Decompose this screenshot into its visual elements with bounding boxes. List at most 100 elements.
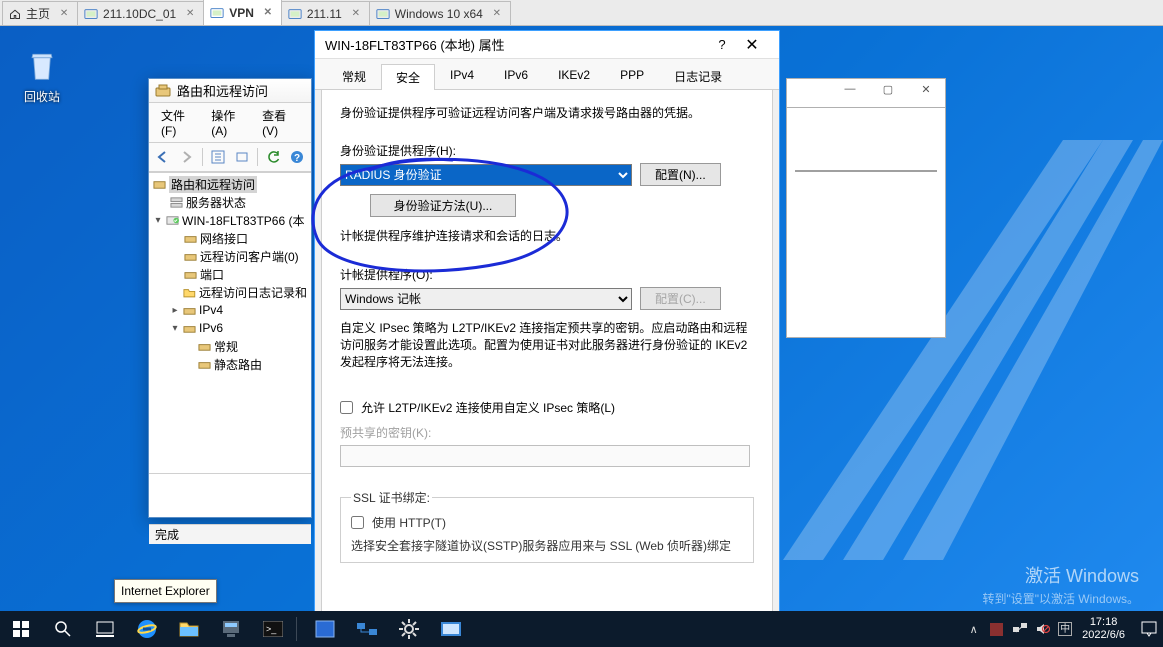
help-button[interactable]: ?	[709, 37, 735, 52]
ipsec-note: 自定义 IPsec 策略为 L2TP/IKEv2 连接指定预共享的密钥。应启动路…	[340, 320, 754, 371]
minimize-button[interactable]: —	[835, 83, 865, 101]
vmware-tab[interactable]: Windows 10 x64 ✕	[369, 1, 511, 25]
tab-ipv6[interactable]: IPv6	[489, 63, 543, 89]
custom-ipsec-checkbox[interactable]	[340, 401, 353, 414]
tab-ipv4[interactable]: IPv4	[435, 63, 489, 89]
tree-node-server[interactable]: ▾ WIN-18FLT83TP66 (本	[153, 211, 311, 229]
acct-provider-select[interactable]: Windows 记帐	[340, 288, 632, 310]
taskbar-tooltip: Internet Explorer	[114, 579, 217, 603]
menu-file[interactable]: 文件(F)	[155, 105, 203, 140]
tab-log[interactable]: 日志记录	[659, 63, 737, 89]
server-icon	[166, 214, 179, 227]
expand-icon[interactable]: ▸	[170, 305, 180, 316]
auth-methods-button[interactable]: 身份验证方法(U)...	[370, 194, 516, 217]
vm-icon	[84, 7, 98, 21]
vmware-tab-home[interactable]: 主页 ✕	[2, 1, 78, 25]
configure-auth-button[interactable]: 配置(N)...	[640, 163, 721, 186]
tray-network-icon[interactable]	[1012, 622, 1027, 637]
taskbar-running[interactable]	[304, 611, 346, 647]
close-icon[interactable]: ✕	[59, 9, 69, 19]
menu-view[interactable]: 查看(V)	[256, 105, 305, 140]
tab-ppp[interactable]: PPP	[605, 63, 659, 89]
configure-acct-button: 配置(C)...	[640, 287, 721, 310]
collapse-icon[interactable]: ▾	[153, 215, 163, 226]
toolbar-button[interactable]	[232, 146, 251, 168]
nav-tree[interactable]: 路由和远程访问 服务器状态 ▾ WIN-18FLT83TP66 (本 网络接口 …	[149, 172, 311, 474]
close-icon[interactable]: ✕	[492, 9, 502, 19]
close-icon[interactable]: ✕	[185, 9, 195, 19]
background-window-frame: — ▢ ✕	[786, 78, 946, 108]
tray-app-icon[interactable]	[989, 622, 1004, 637]
vmware-tab-bar: 主页 ✕ 211.10DC_01 ✕ VPN ✕ 211.11 ✕ Window…	[0, 0, 1163, 26]
port-icon	[184, 268, 197, 281]
tree-node[interactable]: 网络接口	[153, 229, 311, 247]
close-button[interactable]: ✕	[911, 83, 941, 101]
vmware-tab[interactable]: 211.11 ✕	[281, 1, 370, 25]
close-icon[interactable]: ✕	[263, 8, 273, 18]
desktop-icon-recycle-bin[interactable]: 回收站	[12, 46, 72, 105]
taskbar-app-cmd[interactable]: >_	[252, 611, 294, 647]
dialog-titlebar[interactable]: WIN-18FLT83TP66 (本地) 属性 ? ✕	[315, 31, 779, 59]
vmware-tab-active[interactable]: VPN ✕	[203, 0, 282, 25]
back-button[interactable]	[153, 146, 172, 168]
tree-node[interactable]: ▾ IPv6	[153, 319, 311, 337]
tab-ikev2[interactable]: IKEv2	[543, 63, 605, 89]
help-button[interactable]: ?	[288, 146, 307, 168]
maximize-button[interactable]: ▢	[873, 83, 903, 101]
tray-volume-icon[interactable]	[1035, 622, 1050, 637]
taskbar-app-ie[interactable]	[126, 611, 168, 647]
clock-time: 17:18	[1082, 616, 1125, 629]
system-tray[interactable]: ∧ 中	[966, 622, 1076, 637]
recycle-bin-icon	[22, 46, 62, 86]
taskbar-running[interactable]	[388, 611, 430, 647]
vmware-tab[interactable]: 211.10DC_01 ✕	[77, 1, 204, 25]
tree-node[interactable]: 远程访问日志记录和	[153, 283, 311, 301]
acct-intro-text: 计帐提供程序维护连接请求和会话的日志。	[340, 227, 754, 244]
vm-icon	[288, 7, 302, 21]
auth-provider-select[interactable]: RADIUS 身份验证	[340, 164, 632, 186]
tree-node[interactable]: 常规	[153, 337, 311, 355]
collapse-icon[interactable]: ▾	[170, 323, 180, 334]
node-label: 网络接口	[200, 230, 248, 247]
refresh-button[interactable]	[264, 146, 283, 168]
svg-text:?: ?	[294, 153, 300, 164]
tree-node[interactable]: 服务器状态	[153, 193, 311, 211]
action-center-button[interactable]	[1135, 611, 1163, 647]
search-button[interactable]	[42, 611, 84, 647]
close-icon[interactable]: ✕	[351, 9, 361, 19]
forward-button[interactable]	[176, 146, 195, 168]
tray-ime-icon[interactable]: 中	[1058, 622, 1072, 636]
node-label: 远程访问日志记录和	[199, 284, 307, 301]
tab-label: Windows 10 x64	[395, 7, 483, 21]
node-label: 路由和远程访问	[169, 176, 257, 193]
taskbar-running[interactable]	[430, 611, 472, 647]
tree-node[interactable]: 端口	[153, 265, 311, 283]
node-label: 远程访问客户端(0)	[200, 248, 299, 265]
vm-icon	[376, 7, 390, 21]
toolbar-button[interactable]	[209, 146, 228, 168]
taskbar-running[interactable]	[346, 611, 388, 647]
tree-node-root[interactable]: 路由和远程访问	[153, 175, 311, 193]
tree-node[interactable]: 静态路由	[153, 355, 311, 373]
tab-security[interactable]: 安全	[381, 64, 435, 90]
tray-chevron-icon[interactable]: ∧	[966, 622, 981, 637]
activate-line2: 转到"设置"以激活 Windows。	[982, 590, 1139, 607]
properties-dialog: WIN-18FLT83TP66 (本地) 属性 ? ✕ 常规 安全 IPv4 I…	[314, 30, 780, 624]
taskbar-app-explorer[interactable]	[168, 611, 210, 647]
start-button[interactable]	[0, 611, 42, 647]
task-view-button[interactable]	[84, 611, 126, 647]
node-label: 静态路由	[214, 356, 262, 373]
taskbar-clock[interactable]: 17:18 2022/6/6	[1076, 616, 1135, 642]
tree-node[interactable]: ▸ IPv4	[153, 301, 311, 319]
taskbar-app-server-manager[interactable]	[210, 611, 252, 647]
use-http-checkbox[interactable]	[351, 516, 364, 529]
window-titlebar[interactable]: 路由和远程访问	[149, 79, 311, 103]
toolbar: ?	[149, 143, 311, 172]
menu-action[interactable]: 操作(A)	[205, 105, 254, 140]
search-icon	[54, 620, 72, 638]
close-button[interactable]: ✕	[735, 35, 769, 55]
dialog-tabs: 常规 安全 IPv4 IPv6 IKEv2 PPP 日志记录	[315, 59, 779, 90]
route-icon	[198, 358, 211, 371]
tree-node[interactable]: 远程访问客户端(0)	[153, 247, 311, 265]
tab-general[interactable]: 常规	[327, 63, 381, 89]
